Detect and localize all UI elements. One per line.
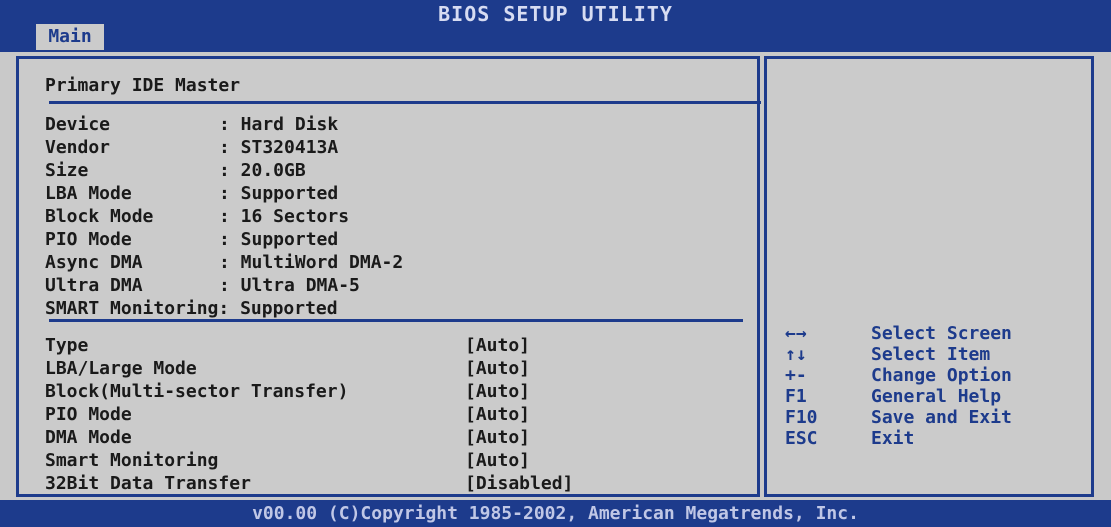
left-right-arrow-icon: ←→ xyxy=(785,323,807,344)
info-row-pio-mode: PIO Mode : Supported xyxy=(45,228,403,251)
setting-pio-mode[interactable]: PIO Mode [Auto] xyxy=(45,403,573,426)
info-value: : Supported xyxy=(219,183,339,204)
settings-list: Type [Auto] LBA/Large Mode [Auto] Block(Mu… xyxy=(45,334,573,495)
setting-value[interactable]: [Auto] xyxy=(465,357,530,380)
setting-dma-mode[interactable]: DMA Mode [Auto] xyxy=(45,426,573,449)
key-action: Change Option xyxy=(871,365,1012,386)
help-panel: ←→ Select Screen ↑↓ Select Item +- Change O… xyxy=(764,56,1094,497)
key-help-general-help: F1 General Help xyxy=(785,386,1012,407)
info-row-block-mode: Block Mode : 16 Sectors xyxy=(45,205,403,228)
f10-key: F10 xyxy=(785,407,818,428)
setting-32bit-transfer[interactable]: 32Bit Data Transfer [Disabled] xyxy=(45,472,573,495)
setting-label: 32Bit Data Transfer xyxy=(45,473,251,494)
setting-block-multi-sector[interactable]: Block(Multi-sector Transfer) [Auto] xyxy=(45,380,573,403)
info-value: : Ultra DMA-5 xyxy=(219,275,360,296)
key-help-select-screen: ←→ Select Screen xyxy=(785,323,1012,344)
key-action: Exit xyxy=(871,428,915,449)
key-help-save-exit: F10 Save and Exit xyxy=(785,407,1012,428)
info-value: : ST320413A xyxy=(219,137,339,158)
key-action: Select Screen xyxy=(871,323,1012,344)
key-help-change-option: +- Change Option xyxy=(785,365,1012,386)
info-value: : 16 Sectors xyxy=(219,206,350,227)
info-label: Ultra DMA xyxy=(45,275,143,296)
info-row-smart: SMART Monitoring: Supported xyxy=(45,298,338,319)
info-label: LBA Mode xyxy=(45,183,132,204)
setting-lba-large-mode[interactable]: LBA/Large Mode [Auto] xyxy=(45,357,573,380)
setting-value[interactable]: [Auto] xyxy=(465,380,530,403)
bios-title: BIOS SETUP UTILITY xyxy=(438,2,673,26)
up-down-arrow-icon: ↑↓ xyxy=(785,344,807,365)
plus-minus-key: +- xyxy=(785,365,807,386)
info-row-device: Device : Hard Disk xyxy=(45,113,403,136)
f1-key: F1 xyxy=(785,386,807,407)
setting-label: LBA/Large Mode xyxy=(45,358,197,379)
info-value: : Hard Disk xyxy=(219,114,339,135)
setting-value[interactable]: [Disabled] xyxy=(465,472,573,495)
setting-value[interactable]: [Auto] xyxy=(465,403,530,426)
setting-value[interactable]: [Auto] xyxy=(465,334,530,357)
info-label: Device xyxy=(45,114,111,135)
setting-type[interactable]: Type [Auto] xyxy=(45,334,573,357)
info-value: : MultiWord DMA-2 xyxy=(219,252,404,273)
key-action: General Help xyxy=(871,386,1002,407)
info-row-vendor: Vendor : ST320413A xyxy=(45,136,403,159)
esc-key: ESC xyxy=(785,428,818,449)
setting-label: Smart Monitoring xyxy=(45,450,219,471)
panel-title: Primary IDE Master xyxy=(45,75,241,96)
info-row-ultra-dma: Ultra DMA : Ultra DMA-5 xyxy=(45,274,403,297)
info-row-lba-mode: LBA Mode : Supported xyxy=(45,182,403,205)
tab-main[interactable]: Main xyxy=(36,24,104,50)
info-row-size: Size : 20.0GB xyxy=(45,159,403,182)
info-label: Block Mode xyxy=(45,206,154,227)
title-bar: BIOS SETUP UTILITY Main xyxy=(0,0,1111,52)
info-label: Size xyxy=(45,160,89,181)
info-label: Async DMA xyxy=(45,252,143,273)
copyright-footer: v00.00 (C)Copyright 1985-2002, American … xyxy=(0,500,1111,527)
info-value: : 20.0GB xyxy=(219,160,306,181)
setting-smart-monitoring[interactable]: Smart Monitoring [Auto] xyxy=(45,449,573,472)
divider-top xyxy=(49,101,761,104)
info-row-async-dma: Async DMA : MultiWord DMA-2 xyxy=(45,251,403,274)
setting-label: Type xyxy=(45,335,89,356)
key-action: Save and Exit xyxy=(871,407,1012,428)
info-value: : Supported xyxy=(219,229,339,250)
key-action: Select Item xyxy=(871,344,991,365)
info-label: Vendor xyxy=(45,137,111,158)
key-help-select-item: ↑↓ Select Item xyxy=(785,344,1012,365)
setting-label: PIO Mode xyxy=(45,404,132,425)
main-panel: Primary IDE Master Device : Hard Disk Ven… xyxy=(16,56,761,497)
key-help-exit: ESC Exit xyxy=(785,428,1012,449)
setting-label: Block(Multi-sector Transfer) xyxy=(45,381,349,402)
setting-value[interactable]: [Auto] xyxy=(465,449,530,472)
divider-middle xyxy=(49,319,743,322)
setting-value[interactable]: [Auto] xyxy=(465,426,530,449)
info-label: PIO Mode xyxy=(45,229,132,250)
setting-label: DMA Mode xyxy=(45,427,132,448)
key-help-list: ←→ Select Screen ↑↓ Select Item +- Change O… xyxy=(785,323,1012,449)
device-info-list: Device : Hard Disk Vendor : ST320413A Size… xyxy=(45,113,403,320)
